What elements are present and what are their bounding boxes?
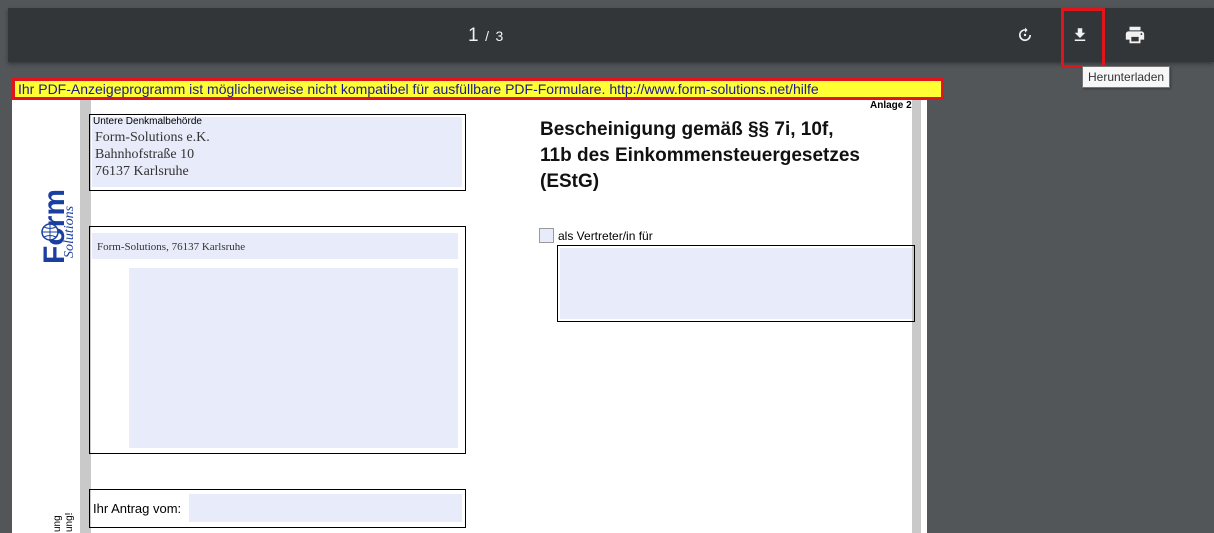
authority-label: Untere Denkmalbehörde bbox=[93, 116, 202, 127]
side-text-1: ung bbox=[52, 515, 63, 532]
application-date-field[interactable] bbox=[189, 494, 462, 522]
sender-line: Form-Solutions, 76137 Karlsruhe bbox=[97, 241, 246, 253]
page-total: 3 bbox=[495, 28, 504, 44]
print-button[interactable] bbox=[1120, 20, 1150, 50]
side-text-2: ung! bbox=[64, 512, 75, 532]
authority-address-box: Untere Denkmalbehörde Form-Solutions e.K… bbox=[89, 114, 466, 191]
authority-address-lines: Form-Solutions e.K. Bahnhofstraße 10 761… bbox=[95, 129, 210, 180]
recipient-address-field[interactable] bbox=[129, 268, 458, 448]
representative-field[interactable] bbox=[560, 248, 912, 319]
warning-text: Ihr PDF-Anzeigeprogramm ist möglicherwei… bbox=[18, 81, 819, 97]
page-current[interactable]: 1 bbox=[468, 25, 479, 46]
application-label: Ihr Antrag vom: bbox=[93, 501, 182, 516]
download-highlight-frame bbox=[1061, 8, 1105, 68]
representative-checkbox[interactable] bbox=[539, 228, 554, 243]
page-indicator: 1 / 3 bbox=[468, 25, 504, 47]
rotate-button[interactable] bbox=[1010, 20, 1040, 50]
form-solutions-logo: Form Solutions bbox=[36, 160, 77, 270]
heading-line-3: (EStG) bbox=[540, 171, 600, 192]
authority-line-3: 76137 Karlsruhe bbox=[95, 164, 189, 179]
rotate-icon bbox=[1019, 27, 1032, 42]
authority-line-1: Form-Solutions e.K. bbox=[95, 130, 210, 145]
recipient-address-box: Form-Solutions, 76137 Karlsruhe bbox=[89, 226, 466, 454]
print-icon bbox=[1125, 26, 1145, 44]
svg-text:Solutions: Solutions bbox=[62, 205, 76, 258]
heading-line-1: Bescheinigung gemäß §§ 7i, 10f, bbox=[540, 119, 834, 140]
authority-line-2: Bahnhofstraße 10 bbox=[95, 147, 195, 162]
pdf-toolbar: 1 / 3 bbox=[8, 8, 1214, 62]
page-separator: / bbox=[485, 28, 490, 44]
document-heading: Bescheinigung gemäß §§ 7i, 10f, 11b des … bbox=[540, 117, 920, 195]
side-rotated-text: ung ung! bbox=[52, 512, 82, 533]
application-date-box: Ihr Antrag vom: bbox=[89, 489, 466, 528]
anlage-label: Anlage 2 bbox=[870, 100, 912, 111]
representative-box bbox=[557, 245, 915, 322]
heading-line-2: 11b des Einkommensteuergesetzes bbox=[540, 145, 860, 166]
representative-label: als Vertreter/in für bbox=[558, 229, 653, 243]
compatibility-warning-banner[interactable]: Ihr PDF-Anzeigeprogramm ist möglicherwei… bbox=[12, 78, 944, 100]
download-tooltip: Herunterladen bbox=[1082, 66, 1171, 88]
